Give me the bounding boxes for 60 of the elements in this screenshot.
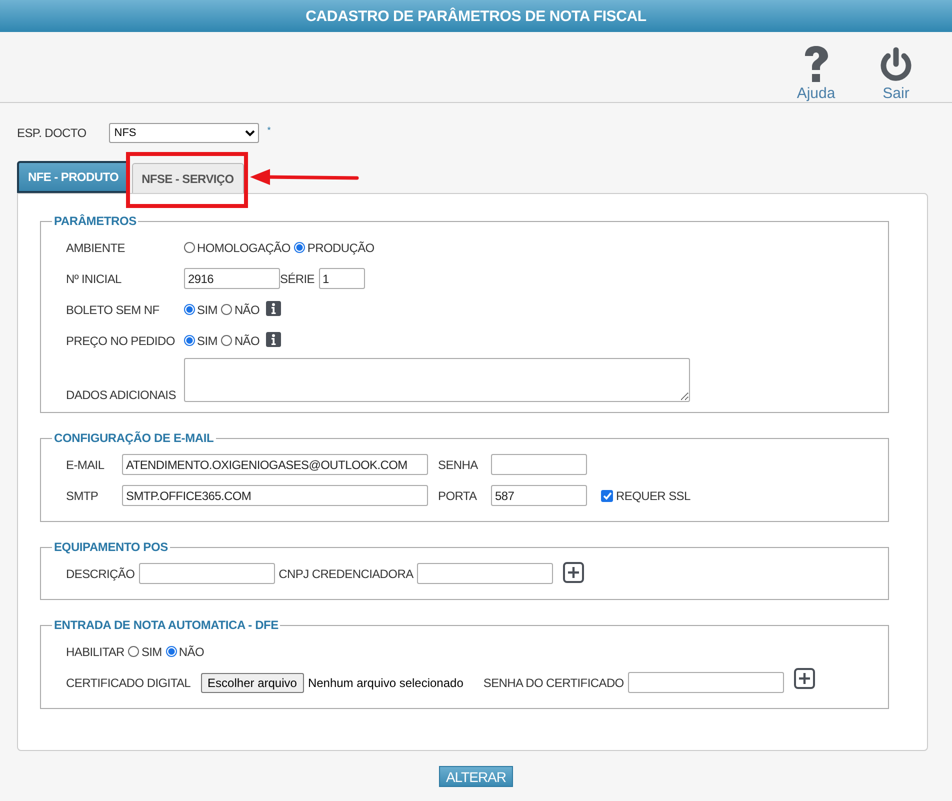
field-label: DESCRIÇÃO <box>66 566 135 580</box>
field-label: SENHA <box>438 458 479 472</box>
checkbox[interactable] <box>601 490 613 502</box>
radio-label: NÃO <box>234 302 260 316</box>
field-label: ESP. DOCTO <box>17 126 86 140</box>
document-type-select[interactable]: NFS <box>109 123 260 143</box>
info-icon[interactable] <box>266 300 281 316</box>
section-title: CONFIGURAÇÃO DE E-MAIL <box>53 431 215 445</box>
input-field[interactable]: 1 <box>318 268 365 289</box>
field-label: SMTP <box>66 488 100 502</box>
field-label: DADOS ADICIONAIS <box>66 388 177 402</box>
input-field[interactable]: SMTP.OFFICE365.COM <box>122 485 428 506</box>
field-label: PREÇO NO PEDIDO <box>66 334 176 348</box>
field-label: PORTA <box>438 488 478 502</box>
input-field[interactable] <box>138 563 275 584</box>
field-label: SÉRIE <box>280 272 315 286</box>
radio-button[interactable] <box>184 242 195 253</box>
field-label: CNPJ CREDENCIADORA <box>278 566 414 580</box>
radio-label: SIM <box>197 302 218 316</box>
window-title: CADASTRO DE PARÂMETROS DE NOTA FISCAL <box>0 0 952 32</box>
section-title: PARÂMETROS <box>53 214 138 228</box>
field-label: BOLETO SEM NF <box>66 302 160 316</box>
field-label: Nº INICIAL <box>66 272 122 286</box>
radio-label: NÃO <box>234 334 260 348</box>
radio-button[interactable] <box>221 335 232 346</box>
info-icon[interactable] <box>266 332 281 346</box>
field-label: AMBIENTE <box>66 240 126 254</box>
field-label: E-MAIL <box>66 458 106 472</box>
file-status: Nenhum arquivo selecionado <box>308 676 464 690</box>
section-title: ENTRADA DE NOTA AUTOMATICA - DFE <box>53 618 280 632</box>
toolbar-label[interactable]: Sair <box>882 85 910 102</box>
input-field[interactable] <box>491 454 587 475</box>
radio-label: SIM <box>141 644 162 658</box>
field-label: CERTIFICADO DIGITAL <box>66 676 191 690</box>
field-label: SENHA DO CERTIFICADO <box>483 676 624 690</box>
radio-button[interactable] <box>184 304 195 315</box>
add-icon[interactable] <box>794 668 815 688</box>
radio-button[interactable] <box>166 646 177 657</box>
input-field[interactable]: ATENDIMENTO.OXIGENIOGASES@OUTLOOK.COM <box>122 454 428 475</box>
power-icon[interactable] <box>879 47 913 83</box>
radio-button[interactable] <box>128 646 140 657</box>
add-icon[interactable] <box>563 562 584 582</box>
radio-button[interactable] <box>184 335 195 346</box>
input-field[interactable] <box>417 563 554 584</box>
radio-button[interactable] <box>294 242 306 253</box>
choose-file-button[interactable]: Escolher arquivo <box>200 672 304 692</box>
field-label: HABILITAR <box>66 644 124 658</box>
radio-label: PRODUÇÃO <box>307 240 374 254</box>
required-mark: * <box>267 125 270 135</box>
input-field[interactable]: 2916 <box>184 268 280 289</box>
radio-label: HOMOLOGAÇÃO <box>197 240 290 254</box>
checkbox-label: REQUER SSL <box>616 488 690 502</box>
section-title: EQUIPAMENTO POS <box>53 540 169 554</box>
toolbar-label[interactable]: Ajuda <box>796 85 836 102</box>
radio-button[interactable] <box>221 304 232 315</box>
radio-label: SIM <box>197 334 218 348</box>
input-field[interactable] <box>628 672 784 693</box>
input-field[interactable]: 587 <box>491 485 587 506</box>
radio-label: NÃO <box>178 644 204 658</box>
tab[interactable]: NFSE - SERVIÇO <box>132 163 244 193</box>
